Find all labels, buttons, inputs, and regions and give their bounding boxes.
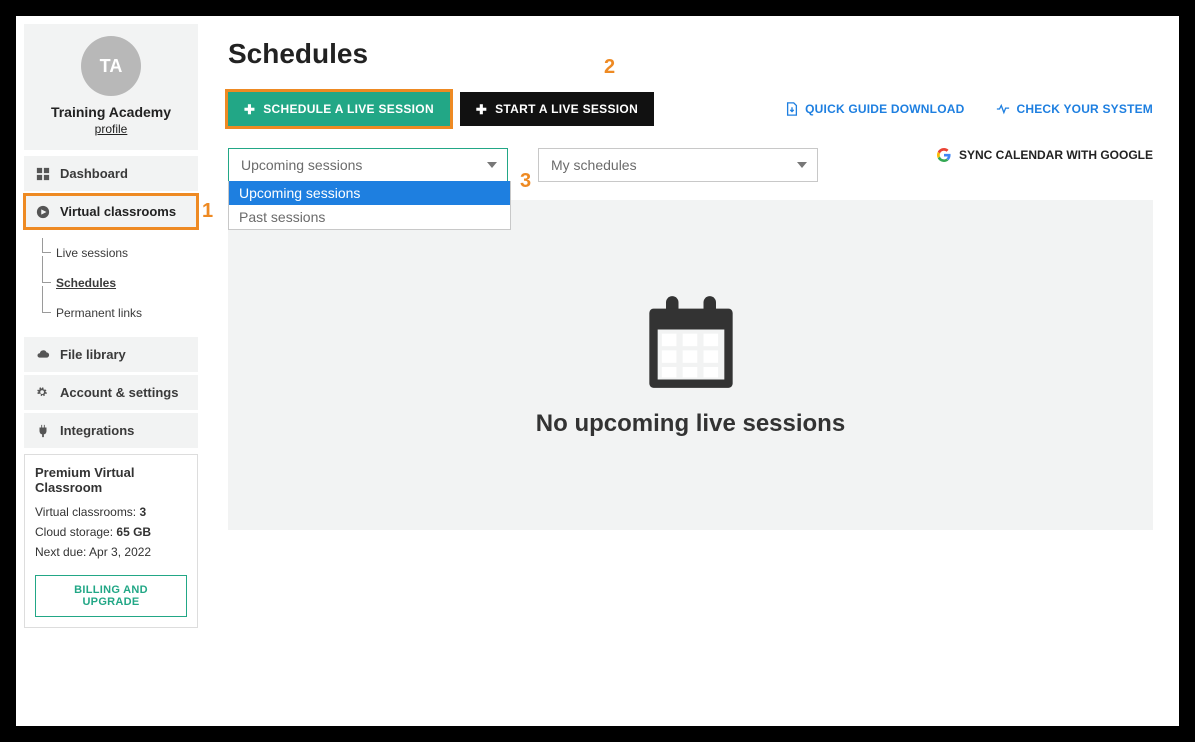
sidebar-item-dashboard[interactable]: Dashboard	[24, 156, 198, 191]
plan-next-due: Next due: Apr 3, 2022	[35, 545, 187, 559]
plan-heading: Premium Virtual Classroom	[35, 465, 187, 495]
google-logo-icon	[937, 148, 951, 162]
sidebar-item-account-settings[interactable]: Account & settings	[24, 375, 198, 410]
sync-calendar-link[interactable]: SYNC CALENDAR WITH GOOGLE	[937, 148, 1153, 162]
sessions-filter-dropdown: Upcoming sessions Past sessions	[228, 181, 511, 230]
nav-label: Virtual classrooms	[60, 204, 176, 219]
content-panel: No upcoming live sessions	[228, 200, 1153, 530]
calendar-icon	[641, 292, 741, 392]
plus-icon: ✚	[244, 103, 255, 116]
subnav-schedules[interactable]: Schedules	[42, 268, 198, 298]
download-file-icon	[785, 102, 799, 116]
select-value: Upcoming sessions	[241, 157, 362, 173]
nav: Dashboard Virtual classrooms 1 Live sess…	[24, 156, 198, 448]
link-label: QUICK GUIDE DOWNLOAD	[805, 102, 964, 116]
grid-icon	[36, 167, 50, 181]
nav-label: Integrations	[60, 423, 134, 438]
plug-icon	[36, 424, 50, 438]
play-circle-icon	[36, 205, 50, 219]
nav-label: Dashboard	[60, 166, 128, 181]
subnav-label: Permanent links	[42, 306, 142, 320]
sidebar: TA Training Academy profile Dashboard Vi…	[16, 16, 206, 726]
select-value: My schedules	[551, 157, 637, 173]
annotation-3: 3	[520, 170, 531, 193]
schedules-filter-select[interactable]: My schedules	[538, 148, 818, 182]
nav-label: Account & settings	[60, 385, 178, 400]
subnav-label: Live sessions	[42, 246, 128, 260]
filter-row: Upcoming sessions Upcoming sessions Past…	[228, 148, 1153, 182]
subnav-live-sessions[interactable]: Live sessions	[42, 238, 198, 268]
start-live-session-button[interactable]: ✚ START A LIVE SESSION	[460, 92, 654, 126]
check-system-link[interactable]: CHECK YOUR SYSTEM	[996, 102, 1153, 116]
link-label: SYNC CALENDAR WITH GOOGLE	[959, 148, 1153, 162]
empty-state-text: No upcoming live sessions	[536, 410, 845, 438]
page-title: Schedules	[228, 38, 1153, 70]
button-label: START A LIVE SESSION	[495, 102, 638, 116]
quick-guide-link[interactable]: QUICK GUIDE DOWNLOAD	[785, 102, 964, 116]
button-label: SCHEDULE A LIVE SESSION	[263, 102, 434, 116]
sessions-filter-select[interactable]: Upcoming sessions	[228, 148, 508, 182]
schedule-live-session-button[interactable]: ✚ SCHEDULE A LIVE SESSION	[228, 92, 450, 126]
subnav-label: Schedules	[42, 276, 116, 290]
plan-card: Premium Virtual Classroom Virtual classr…	[24, 454, 198, 628]
link-label: CHECK YOUR SYSTEM	[1016, 102, 1153, 116]
sidebar-item-integrations[interactable]: Integrations	[24, 413, 198, 448]
org-name: Training Academy	[32, 104, 190, 120]
gear-icon	[36, 386, 50, 400]
virtual-classrooms-subnav: Live sessions Schedules Permanent links	[24, 232, 198, 334]
plus-icon: ✚	[476, 103, 487, 116]
plan-storage: Cloud storage: 65 GB	[35, 525, 187, 539]
heartbeat-icon	[996, 102, 1010, 116]
avatar: TA	[81, 36, 141, 96]
billing-upgrade-button[interactable]: BILLING AND UPGRADE	[35, 575, 187, 617]
nav-label: File library	[60, 347, 126, 362]
action-row: ✚ SCHEDULE A LIVE SESSION ✚ START A LIVE…	[228, 92, 1153, 126]
option-upcoming-sessions[interactable]: Upcoming sessions	[229, 181, 510, 205]
sidebar-item-file-library[interactable]: File library	[24, 337, 198, 372]
user-card: TA Training Academy profile	[24, 24, 198, 150]
subnav-permanent-links[interactable]: Permanent links	[42, 298, 198, 328]
option-past-sessions[interactable]: Past sessions	[229, 205, 510, 229]
app-window: TA Training Academy profile Dashboard Vi…	[16, 16, 1179, 726]
cloud-icon	[36, 348, 50, 362]
main-content: Schedules 2 ✚ SCHEDULE A LIVE SESSION ✚ …	[206, 16, 1179, 726]
profile-link[interactable]: profile	[32, 122, 190, 136]
plan-rooms: Virtual classrooms: 3	[35, 505, 187, 519]
sidebar-item-virtual-classrooms[interactable]: Virtual classrooms	[24, 194, 198, 229]
